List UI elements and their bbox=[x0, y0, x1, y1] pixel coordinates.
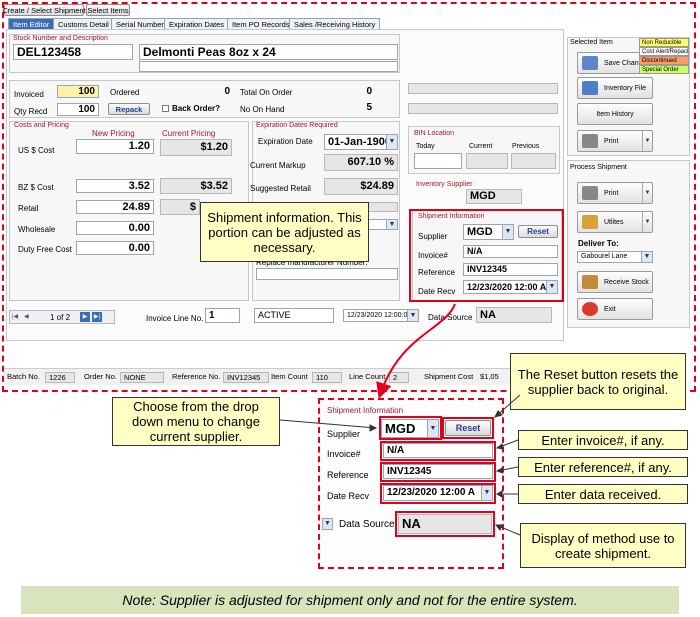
callout-pointers bbox=[279, 394, 521, 536]
footer-note: Note: Supplier is adjusted for shipment … bbox=[21, 586, 679, 614]
